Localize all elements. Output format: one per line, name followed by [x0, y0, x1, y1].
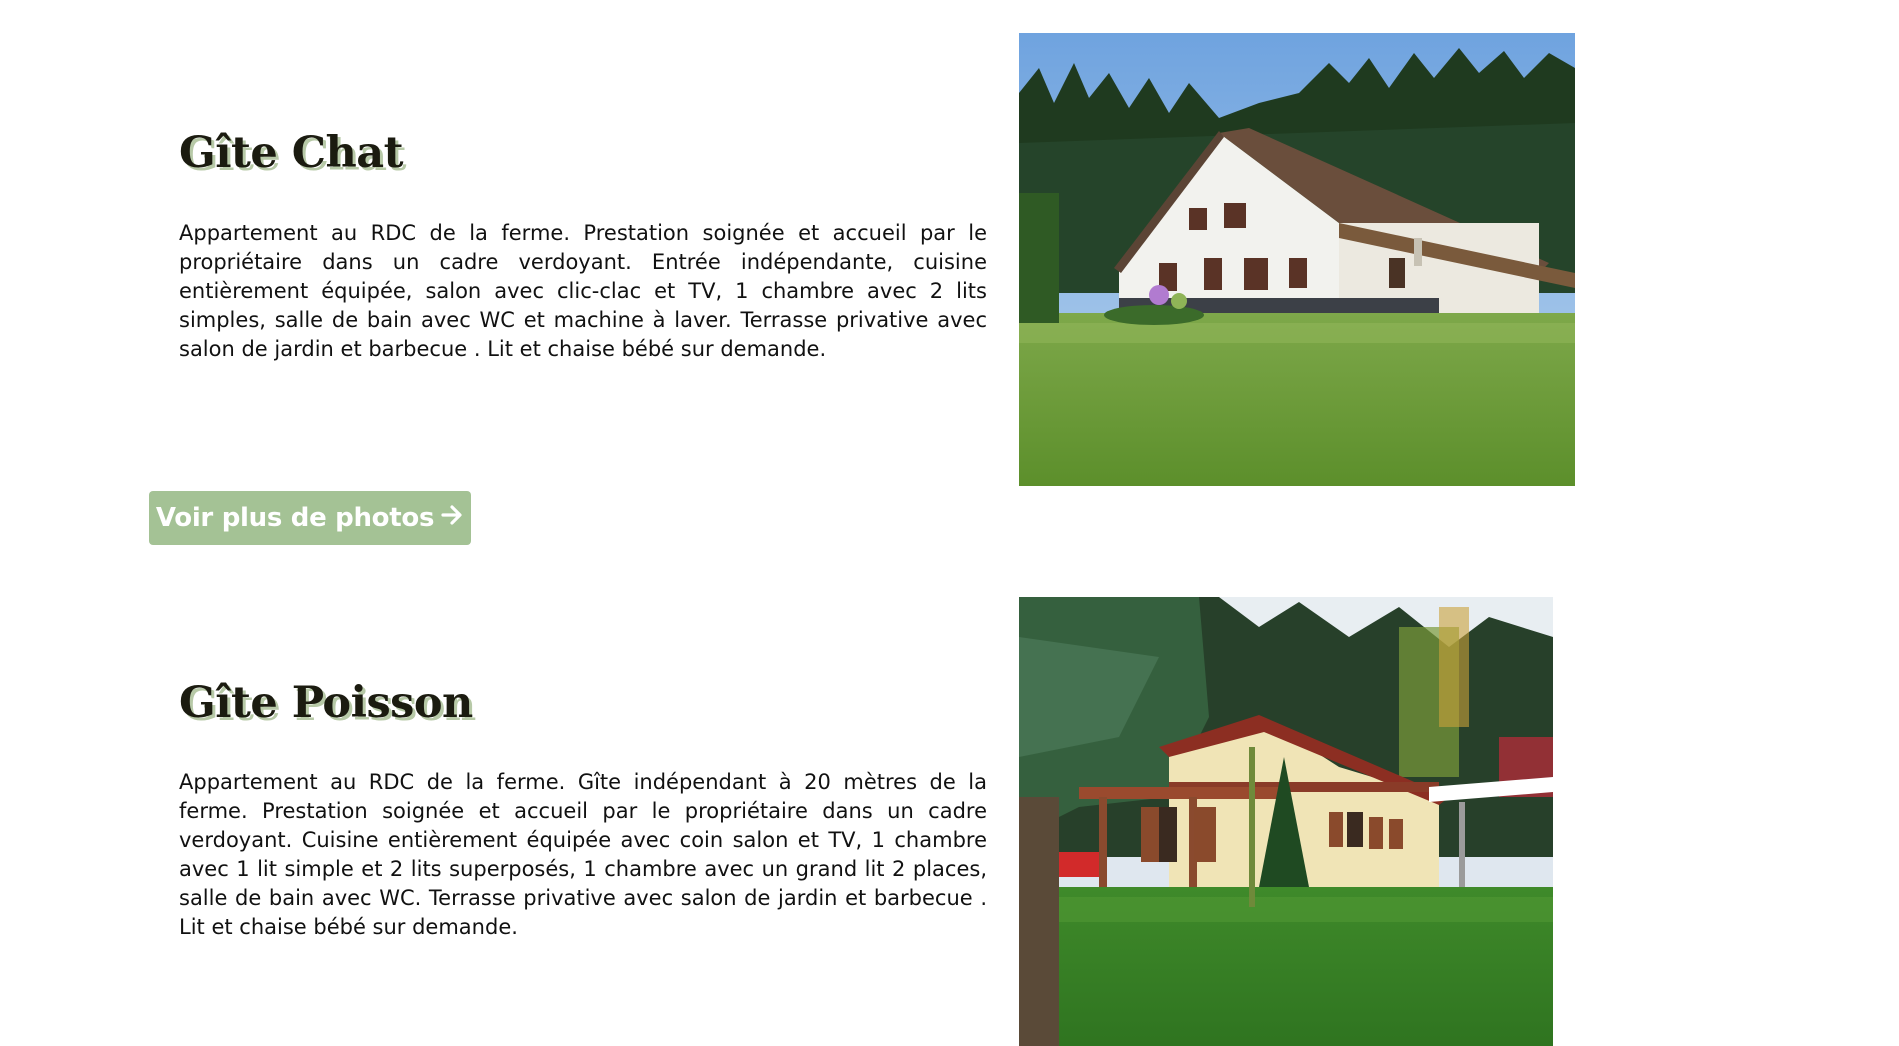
gite-chat-title: Gîte Chat [179, 128, 403, 178]
more-photos-button-label: Voir plus de photos [155, 503, 435, 533]
gite-poisson-description: Appartement au RDC de la ferme. Gîte ind… [179, 770, 987, 939]
more-photos-button[interactable]: Voir plus de photos [149, 491, 471, 545]
gite-poisson-photo-image [1019, 597, 1553, 1046]
gite-poisson-title: Gîte Poisson [179, 678, 473, 728]
page: Gîte Chat Appartement au RDC de la ferme… [0, 0, 1899, 1046]
gite-chat-photo[interactable] [1019, 33, 1575, 486]
gite-poisson-photo[interactable] [1019, 597, 1553, 1046]
gite-chat-photo-image [1019, 33, 1575, 486]
arrow-right-icon [440, 503, 464, 534]
gite-chat-description: Appartement au RDC de la ferme. Prestati… [179, 221, 987, 361]
